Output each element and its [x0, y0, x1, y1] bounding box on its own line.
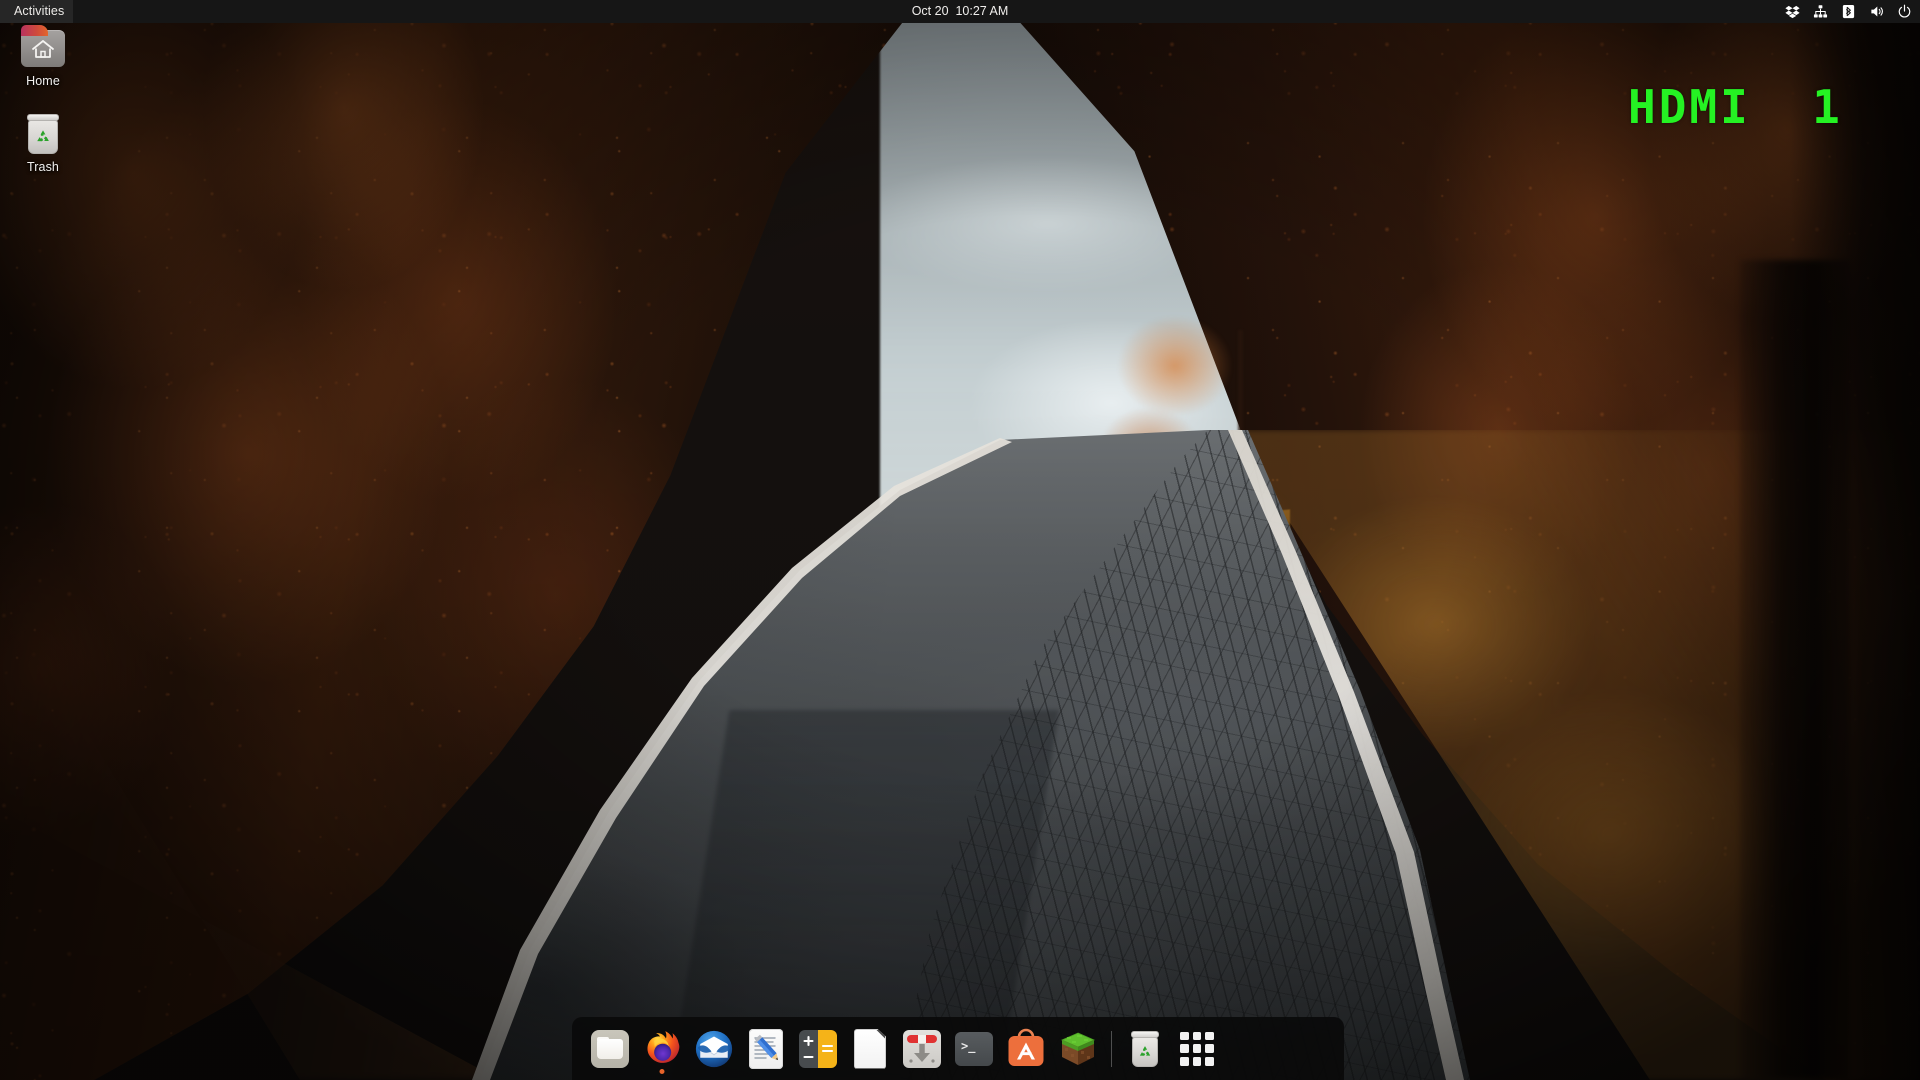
dock-item-show-applications[interactable]	[1171, 1023, 1223, 1075]
clock[interactable]: Oct 20 10:27 AM	[904, 0, 1017, 23]
calculator-icon	[797, 1028, 839, 1070]
system-tray	[1785, 0, 1912, 23]
top-bar: Activities Oct 20 10:27 AM	[0, 0, 1920, 23]
thunderbird-icon	[694, 1029, 734, 1069]
dropbox-icon[interactable]	[1785, 4, 1800, 19]
dock-separator	[1111, 1030, 1112, 1067]
terminal-prompt-text: >_	[961, 1038, 976, 1053]
dock-item-firefox[interactable]	[636, 1023, 688, 1075]
dock: >_	[572, 1017, 1344, 1080]
wallpaper-right-shadow	[1790, 0, 1920, 1080]
folder-icon	[589, 1028, 631, 1070]
bluetooth-icon[interactable]	[1841, 4, 1856, 19]
document-icon	[849, 1028, 891, 1070]
dock-item-libreoffice[interactable]	[844, 1023, 896, 1075]
trash-icon	[1129, 1029, 1161, 1069]
dock-item-software-updater[interactable]	[896, 1023, 948, 1075]
minecraft-icon	[1059, 1030, 1097, 1068]
monitor-osd-input-label: HDMI 1	[1628, 80, 1843, 134]
trash-icon	[20, 110, 66, 156]
power-icon[interactable]	[1897, 4, 1912, 19]
text-editor-icon	[745, 1028, 787, 1070]
dock-item-trash[interactable]	[1119, 1023, 1171, 1075]
apps-grid-icon	[1176, 1028, 1218, 1070]
volume-icon[interactable]	[1869, 4, 1884, 19]
network-wired-icon[interactable]	[1813, 4, 1828, 19]
desktop-icon-trash[interactable]: Trash	[2, 110, 84, 174]
dock-item-text-editor[interactable]	[740, 1023, 792, 1075]
terminal-icon: >_	[953, 1028, 995, 1070]
desktop-icon-trash-label: Trash	[27, 160, 59, 174]
recycle-glyph	[1139, 1045, 1151, 1056]
firefox-running-indicator	[659, 1068, 665, 1074]
software-updater-icon	[901, 1028, 943, 1070]
ubuntu-software-icon	[1005, 1028, 1047, 1070]
desktop-icon-home[interactable]: Home	[2, 24, 84, 88]
dock-item-calculator[interactable]	[792, 1023, 844, 1075]
firefox-icon	[641, 1028, 683, 1070]
dock-item-ubuntu-software[interactable]	[1000, 1023, 1052, 1075]
dock-item-terminal[interactable]: >_	[948, 1023, 1000, 1075]
desktop-icon-home-label: Home	[26, 74, 60, 88]
desktop[interactable]: Home Trash HDMI 1	[0, 0, 1920, 1080]
home-folder-icon	[20, 24, 66, 70]
dock-item-thunderbird[interactable]	[688, 1023, 740, 1075]
activities-button[interactable]: Activities	[0, 0, 74, 23]
house-glyph	[32, 40, 54, 58]
dock-item-minecraft[interactable]	[1052, 1023, 1104, 1075]
dock-item-files[interactable]	[584, 1023, 636, 1075]
recycle-glyph	[37, 130, 49, 142]
